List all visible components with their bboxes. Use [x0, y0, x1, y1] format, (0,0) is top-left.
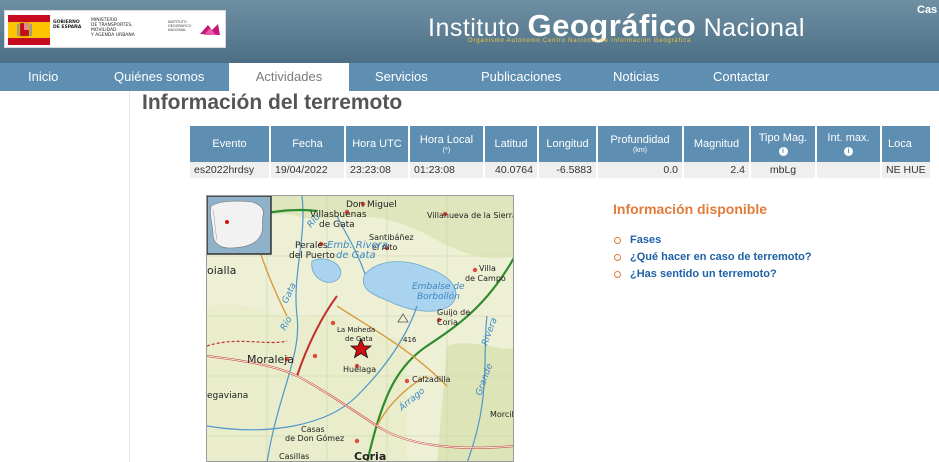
- link-fases-label: Fases: [630, 234, 662, 246]
- map-label-416: 416: [403, 336, 417, 344]
- cell-magnitud: 2.4: [684, 162, 749, 178]
- cell-fecha: 19/04/2022: [271, 162, 344, 178]
- map-canvas: Don Miguel Villasbuenas de Gata Villanue…: [207, 196, 514, 462]
- map-label-huelaga: Huélaga: [343, 364, 376, 374]
- info-icon[interactable]: i: [778, 147, 788, 156]
- locator-inset: [207, 196, 272, 255]
- map-label-villanueva: Villanueva de la Sierra: [427, 211, 514, 220]
- col-fecha: Fecha: [271, 126, 344, 162]
- cell-tipo-mag: mbLg: [751, 162, 815, 178]
- table-header-row: Evento Fecha Hora UTC Hora Local (*) Lat…: [190, 126, 930, 162]
- map-label-de-gata: de Gata: [319, 220, 355, 230]
- map-label-moraleja: Moraleja: [247, 353, 294, 366]
- int-max-label: Int. max.: [827, 132, 870, 144]
- map-label-don-miguel: Don Miguel: [346, 200, 397, 210]
- col-longitud: Longitud: [539, 126, 596, 162]
- cell-latitud: 40.0764: [485, 162, 537, 178]
- link-que-hacer[interactable]: ¿Qué hacer en caso de terremoto?: [613, 251, 812, 268]
- cell-hora-local: 01:23:08: [410, 162, 483, 178]
- map-label-perales: Perales: [295, 241, 328, 251]
- instituto-label: INSTITUTO GEOGRÁFICO NACIONAL: [168, 20, 192, 33]
- map-label-casas: Casas: [301, 425, 325, 434]
- bullet-icon: [614, 237, 621, 244]
- cell-evento[interactable]: es2022hrdsy: [190, 162, 269, 178]
- nav-item-servicios[interactable]: Servicios: [375, 63, 428, 91]
- info-panel: Información disponible Fases ¿Qué hacer …: [613, 201, 812, 285]
- map-label-oialla: oialla: [207, 264, 236, 277]
- nav-item-noticias[interactable]: Noticias: [613, 63, 659, 91]
- link-has-sentido-label: ¿Has sentido un terremoto?: [630, 268, 777, 280]
- hora-local-label: Hora Local: [419, 133, 474, 146]
- gobierno-label: GOBIERNO DE ESPAÑA: [53, 20, 82, 30]
- info-links: Fases ¿Qué hacer en caso de terremoto? ¿…: [613, 234, 812, 285]
- page-title: Información del terremoto: [142, 91, 403, 114]
- bullet-icon: [614, 271, 621, 278]
- map-label-calzadilla: Calzadilla: [412, 375, 451, 384]
- tipo-mag-label: Tipo Mag.: [758, 132, 808, 144]
- nav-item-inicio[interactable]: Inicio: [28, 63, 58, 91]
- profundidad-label: Profundidad: [610, 133, 670, 146]
- hora-local-note: (*): [442, 146, 451, 154]
- locator-dot-icon: [225, 220, 229, 224]
- ign-logo-icon: [200, 24, 220, 35]
- col-int-max: Int. max. i: [817, 126, 880, 162]
- epicenter-map[interactable]: Don Miguel Villasbuenas de Gata Villanue…: [206, 195, 514, 462]
- map-label-de-don-gomez: de Don Gómez: [285, 433, 344, 443]
- bullet-icon: [614, 254, 621, 261]
- ministerio-label: MINISTERIO DE TRANSPORTES, MOVILIDAD Y A…: [91, 18, 135, 38]
- language-selector[interactable]: Cas: [917, 4, 937, 16]
- profundidad-unit: (km): [633, 146, 647, 154]
- earthquake-table: Evento Fecha Hora UTC Hora Local (*) Lat…: [188, 126, 932, 178]
- government-logo[interactable]: GOBIERNO DE ESPAÑA MINISTERIO DE TRANSPO…: [4, 10, 226, 48]
- info-icon[interactable]: i: [844, 147, 853, 156]
- info-title: Información disponible: [613, 201, 768, 217]
- map-label-del-puerto: del Puerto: [289, 251, 335, 261]
- map-label-de-gata-3: de Gata: [345, 335, 373, 343]
- cell-hora-utc: 23:23:08: [346, 162, 408, 178]
- main-nav: Inicio Quiénes somos Actividades Servici…: [0, 63, 939, 91]
- col-latitud: Latitud: [485, 126, 537, 162]
- nav-item-publicaciones[interactable]: Publicaciones: [481, 63, 561, 91]
- map-label-la-moheda: La Moheda: [337, 326, 375, 334]
- site-header: GOBIERNO DE ESPAÑA MINISTERIO DE TRANSPO…: [0, 0, 939, 63]
- brand-subtitle: Organismo Autónomo Centro Nacional de In…: [468, 38, 692, 44]
- map-label-coria: Coria: [354, 450, 386, 462]
- spain-shield-icon: [8, 15, 50, 45]
- map-label-de-gata-2: de Gata: [336, 250, 376, 261]
- cell-longitud: -6.5883: [539, 162, 596, 178]
- map-label-de-campo: de Campo: [465, 274, 506, 283]
- map-label-coria-2: Coria: [437, 318, 458, 327]
- nav-item-actividades[interactable]: Actividades: [229, 63, 349, 91]
- link-has-sentido[interactable]: ¿Has sentido un terremoto?: [613, 268, 812, 285]
- col-localizacion: Loca: [882, 126, 930, 162]
- table-row: es2022hrdsy 19/04/2022 23:23:08 01:23:08…: [190, 162, 930, 178]
- col-tipo-mag: Tipo Mag. i: [751, 126, 815, 162]
- link-que-hacer-label: ¿Qué hacer en caso de terremoto?: [630, 251, 812, 263]
- col-profundidad: Profundidad (km): [598, 126, 682, 162]
- map-label-embalse: Embalse de: [412, 282, 465, 292]
- nav-item-contactar[interactable]: Contactar: [713, 63, 769, 91]
- sidebar-divider: [129, 91, 130, 462]
- map-label-egaviana: egaviana: [207, 391, 248, 401]
- cell-int-max: [817, 162, 880, 178]
- map-label-guijo: Guijo de: [437, 308, 470, 317]
- cell-profundidad: 0.0: [598, 162, 682, 178]
- col-hora-utc: Hora UTC: [346, 126, 408, 162]
- col-magnitud: Magnitud: [684, 126, 749, 162]
- cell-localizacion: NE HUE: [882, 162, 930, 178]
- map-label-villa: Villa: [479, 264, 496, 273]
- map-label-borbollon: Borbollón: [417, 291, 460, 302]
- link-fases[interactable]: Fases: [613, 234, 812, 251]
- nav-item-quienes-somos[interactable]: Quiénes somos: [114, 63, 204, 91]
- map-label-casillas: Casillas: [279, 452, 309, 461]
- map-label-morcil: Morcil: [490, 410, 514, 419]
- col-hora-local: Hora Local (*): [410, 126, 483, 162]
- col-evento: Evento: [190, 126, 269, 162]
